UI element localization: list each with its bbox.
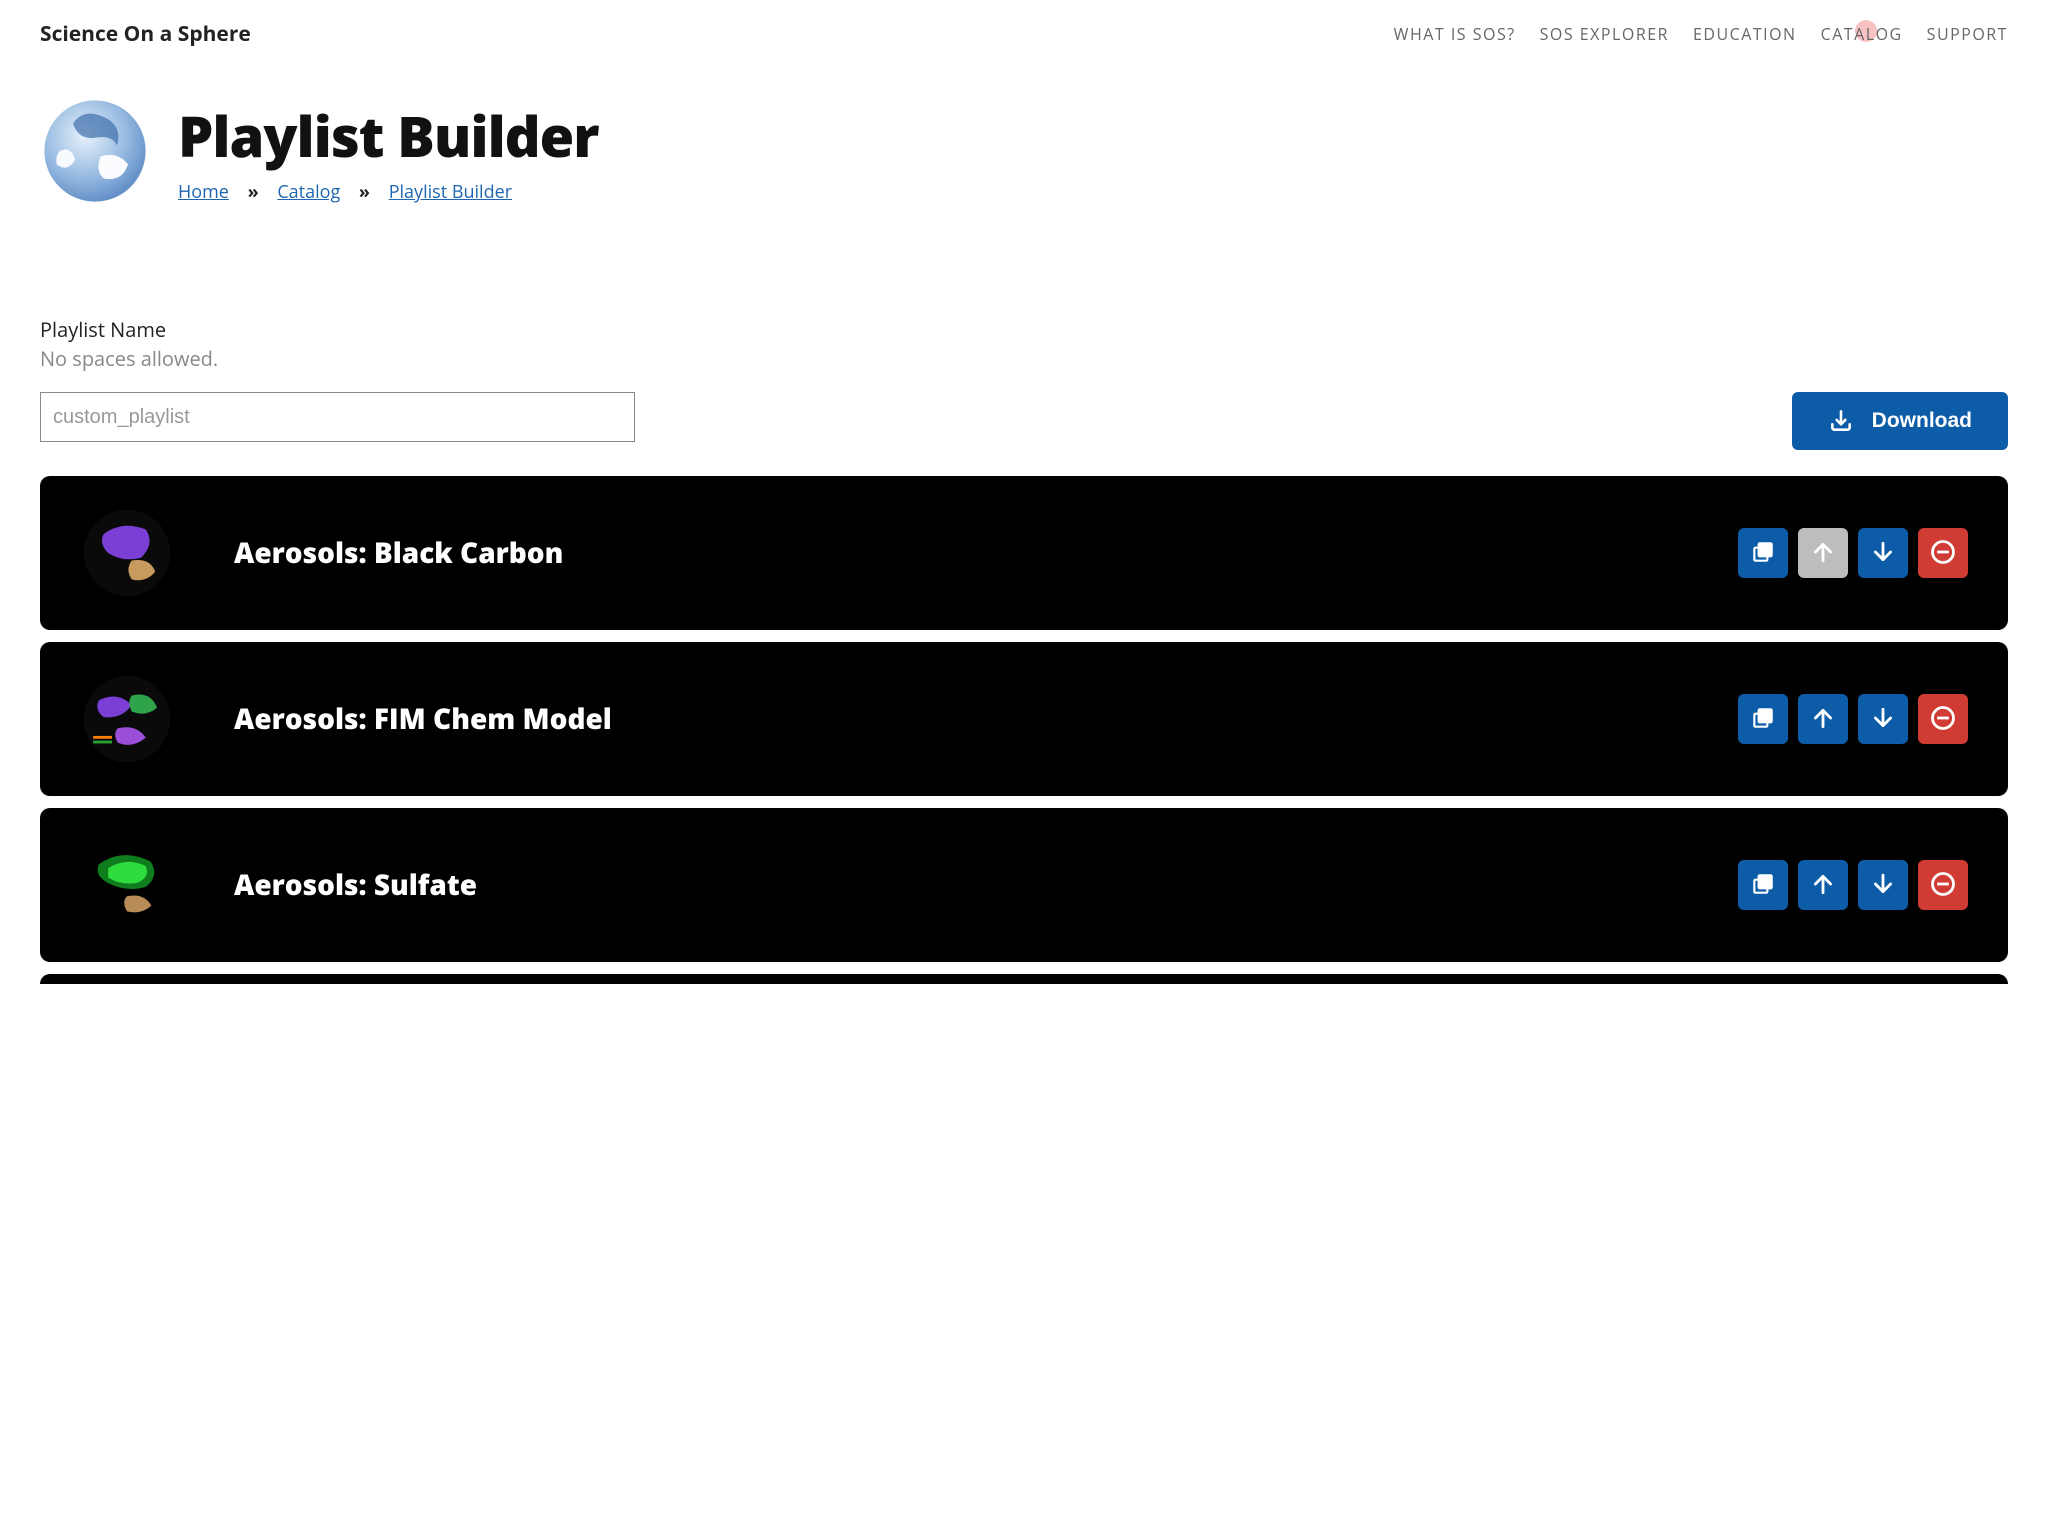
breadcrumb-home[interactable]: Home	[178, 180, 229, 204]
move-down-button[interactable]	[1858, 860, 1908, 910]
arrow-down-icon	[1870, 539, 1896, 568]
remove-button[interactable]	[1918, 528, 1968, 578]
duplicate-button[interactable]	[1738, 528, 1788, 578]
breadcrumb-current[interactable]: Playlist Builder	[389, 180, 512, 204]
copy-icon	[1750, 705, 1776, 734]
copy-icon	[1750, 539, 1776, 568]
arrow-up-icon	[1810, 539, 1836, 568]
playlist-name-label: Playlist Name	[40, 316, 2008, 343]
remove-icon	[1929, 538, 1957, 569]
nav-support[interactable]: SUPPORT	[1927, 23, 2008, 45]
page-title: Playlist Builder	[178, 98, 599, 174]
arrow-up-icon	[1810, 705, 1836, 734]
top-nav: WHAT IS SOS? SOS EXPLORER EDUCATION CATA…	[1394, 23, 2008, 45]
item-title: Aerosols: Sulfate	[234, 866, 1678, 904]
arrow-up-icon	[1810, 871, 1836, 900]
globe-logo-icon	[40, 96, 150, 206]
move-up-button	[1798, 528, 1848, 578]
arrow-down-icon	[1870, 705, 1896, 734]
move-up-button[interactable]	[1798, 694, 1848, 744]
chevron-right-icon: »	[359, 180, 370, 204]
remove-button[interactable]	[1918, 694, 1968, 744]
brand-title[interactable]: Science On a Sphere	[40, 20, 251, 48]
move-up-button[interactable]	[1798, 860, 1848, 910]
nav-what-is-sos[interactable]: WHAT IS SOS?	[1394, 23, 1516, 45]
playlist-item-partial	[40, 974, 2008, 984]
remove-icon	[1929, 870, 1957, 901]
item-thumbnail-icon	[80, 838, 174, 932]
remove-button[interactable]	[1918, 860, 1968, 910]
duplicate-button[interactable]	[1738, 694, 1788, 744]
playlist-item: Aerosols: FIM Chem Model	[40, 642, 2008, 796]
nav-education[interactable]: EDUCATION	[1693, 23, 1797, 45]
download-button-label: Download	[1872, 409, 1972, 433]
breadcrumb-catalog[interactable]: Catalog	[277, 180, 340, 204]
item-actions	[1738, 528, 1968, 578]
duplicate-button[interactable]	[1738, 860, 1788, 910]
item-title: Aerosols: FIM Chem Model	[234, 700, 1678, 738]
playlist-name-input[interactable]	[40, 392, 635, 442]
playlist-item: Aerosols: Sulfate	[40, 808, 2008, 962]
copy-icon	[1750, 871, 1776, 900]
playlist-list: Aerosols: Black Carbon Aerosols: FIM Che…	[0, 460, 2048, 1000]
arrow-down-icon	[1870, 871, 1896, 900]
item-actions	[1738, 694, 1968, 744]
chevron-right-icon: »	[248, 180, 259, 204]
breadcrumb: Home » Catalog » Playlist Builder	[178, 180, 599, 204]
playlist-item: Aerosols: Black Carbon	[40, 476, 2008, 630]
nav-sos-explorer[interactable]: SOS EXPLORER	[1540, 23, 1669, 45]
move-down-button[interactable]	[1858, 528, 1908, 578]
nav-catalog[interactable]: CATALOG	[1821, 23, 1903, 45]
download-button[interactable]: Download	[1792, 392, 2008, 450]
item-thumbnail-icon	[80, 506, 174, 600]
remove-icon	[1929, 704, 1957, 735]
item-title: Aerosols: Black Carbon	[234, 534, 1678, 572]
item-thumbnail-icon	[80, 672, 174, 766]
move-down-button[interactable]	[1858, 694, 1908, 744]
playlist-name-hint: No spaces allowed.	[40, 345, 2008, 372]
download-icon	[1828, 408, 1854, 434]
item-actions	[1738, 860, 1968, 910]
